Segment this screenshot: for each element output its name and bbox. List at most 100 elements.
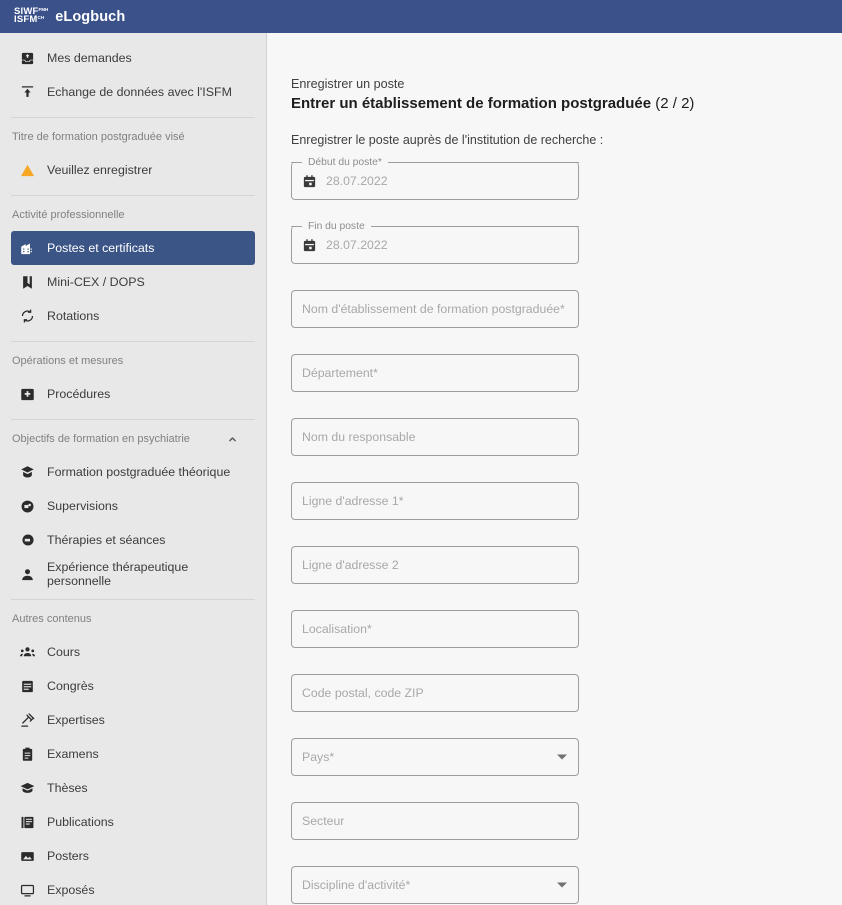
book-icon <box>20 275 35 290</box>
field-localisation[interactable]: Localisation* <box>291 610 579 648</box>
field-inner: Localisation* <box>291 610 579 648</box>
sidebar-item-theses[interactable]: Thèses <box>11 771 255 805</box>
sidebar-item-exposes[interactable]: Exposés <box>11 873 255 905</box>
sidebar-item-examens[interactable]: Examens <box>11 737 255 771</box>
sidebar-group-objectifs-formation-psychiatrie[interactable]: Objectifs de formation en psychiatrie <box>0 426 266 452</box>
sidebar-divider <box>11 341 255 342</box>
sidebar-item-mes-demandes[interactable]: Mes demandes <box>11 41 255 75</box>
sidebar-item-label: Supervisions <box>47 499 118 513</box>
field-placeholder: Ligne d'adresse 2 <box>302 558 399 572</box>
sidebar-item-rotations[interactable]: Rotations <box>11 299 255 333</box>
body-split: Mes demandes Echange de données avec l'IS… <box>0 33 842 905</box>
field-nom-du-responsable[interactable]: Nom du responsable <box>291 418 579 456</box>
hospital-building-icon <box>20 241 35 256</box>
field-inner: Discipline d'activité* <box>291 866 579 904</box>
field-placeholder: Code postal, code ZIP <box>302 686 424 700</box>
sidebar-item-label: Formation postgraduée théorique <box>47 465 231 479</box>
sidebar-item-postes-et-certificats[interactable]: Postes et certificats <box>11 231 255 265</box>
sidebar-item-label: Procédures <box>47 387 111 401</box>
upload-arrow-icon <box>20 85 35 100</box>
supervision-head-icon <box>20 499 35 514</box>
logo-line-2: ISFM <box>14 13 38 25</box>
calendar-icon <box>302 174 317 189</box>
field-code-postal-zip[interactable]: Code postal, code ZIP <box>291 674 579 712</box>
caret-down-icon[interactable] <box>557 882 567 888</box>
main-content: Enregistrer un poste Entrer un établisse… <box>267 33 842 905</box>
breadcrumb: Enregistrer un poste <box>291 77 405 91</box>
field-inner: Département* <box>291 354 579 392</box>
calendar-icon <box>302 238 317 253</box>
logo-line-1-sup: FMH <box>38 7 49 12</box>
caret-down-icon[interactable] <box>557 754 567 760</box>
gavel-icon <box>20 712 35 728</box>
logo-line-2-sup: CH <box>37 14 45 20</box>
field-debut-du-poste[interactable]: Début du poste* 28.07.2022 <box>291 156 579 200</box>
sidebar-group-label: Activité professionnelle <box>12 209 125 221</box>
sidebar-divider <box>11 419 255 420</box>
sidebar-divider <box>11 117 255 118</box>
sidebar-item-congres[interactable]: Congrès <box>11 669 255 703</box>
brand[interactable]: SIWF FMH ISFM CH eLogbuch <box>14 7 125 25</box>
field-inner: Nom du responsable <box>291 418 579 456</box>
field-pays[interactable]: Pays* <box>291 738 579 776</box>
field-fin-du-poste[interactable]: Fin du poste 28.07.2022 <box>291 220 579 264</box>
chevron-up-icon <box>226 433 238 445</box>
sidebar-item-experience-therapeutique-personnelle[interactable]: Expérience thérapeutique personnelle <box>11 557 255 591</box>
field-inner: Pays* <box>291 738 579 776</box>
sidebar-item-mini-cex-dops[interactable]: Mini-CEX / DOPS <box>11 265 255 299</box>
field-ligne-adresse-2[interactable]: Ligne d'adresse 2 <box>291 546 579 584</box>
person-icon <box>20 567 35 582</box>
article-icon <box>20 815 35 830</box>
sidebar-group-autres-contenus: Autres contenus <box>0 606 266 632</box>
sidebar-item-echange-donnees-isfm[interactable]: Echange de données avec l'ISFM <box>11 75 255 109</box>
medical-cross-icon <box>20 387 35 402</box>
page-title-text: Entrer un établissement de formation pos… <box>291 95 652 112</box>
app-root: SIWF FMH ISFM CH eLogbuch Mes demandes Echa… <box>0 0 842 905</box>
field-departement[interactable]: Département* <box>291 354 579 392</box>
sidebar-item-procedures[interactable]: Procédures <box>11 377 255 411</box>
sidebar-item-label: Expérience thérapeutique personnelle <box>47 560 189 588</box>
sidebar-item-cours[interactable]: Cours <box>11 635 255 669</box>
top-app-bar: SIWF FMH ISFM CH eLogbuch <box>0 0 842 33</box>
sidebar-group-label: Objectifs de formation en psychiatrie <box>12 433 190 445</box>
inbox-tray-icon <box>20 51 35 66</box>
siwf-isfm-logo-icon: SIWF FMH ISFM CH <box>14 7 49 25</box>
sidebar-item-expertises[interactable]: Expertises <box>11 703 255 737</box>
field-secteur[interactable]: Secteur <box>291 802 579 840</box>
sidebar-item-publications[interactable]: Publications <box>11 805 255 839</box>
sidebar-item-posters[interactable]: Posters <box>11 839 255 873</box>
field-nom-etablissement-formation-postgraduee[interactable]: Nom d'établissement de formation postgra… <box>291 290 579 328</box>
field-placeholder: Pays* <box>302 750 335 764</box>
therapy-head-icon <box>20 533 35 548</box>
sidebar-item-label: Congrès <box>47 679 94 693</box>
field-ligne-adresse-1[interactable]: Ligne d'adresse 1* <box>291 482 579 520</box>
field-placeholder: 28.07.2022 <box>326 174 388 188</box>
sidebar-item-label: Examens <box>47 747 99 761</box>
sidebar-item-label: Thèses <box>47 781 88 795</box>
sidebar-item-label: Expertises <box>47 713 105 727</box>
clipboard-icon <box>20 747 35 762</box>
field-discipline-activite[interactable]: Discipline d'activité* <box>291 866 579 904</box>
sidebar-item-label: Mes demandes <box>47 51 132 65</box>
field-inner: Ligne d'adresse 1* <box>291 482 579 520</box>
field-placeholder: Secteur <box>302 814 345 828</box>
sidebar-item-label: Rotations <box>47 309 100 323</box>
sidebar-item-veuillez-enregistrer[interactable]: Veuillez enregistrer <box>11 153 255 187</box>
sidebar-divider <box>11 599 255 600</box>
sidebar-item-label: Publications <box>47 815 114 829</box>
field-placeholder: Ligne d'adresse 1* <box>302 494 404 508</box>
sidebar-item-therapies-et-seances[interactable]: Thérapies et séances <box>11 523 255 557</box>
sidebar-item-formation-postgraduee-theorique[interactable]: Formation postgraduée théorique <box>11 455 255 489</box>
group-people-icon <box>20 645 35 660</box>
field-placeholder: Localisation* <box>302 622 372 636</box>
sidebar-group-label: Opérations et mesures <box>12 355 124 367</box>
registration-form: Début du poste* 28.07.2022 Fin du poste 28.… <box>291 156 842 904</box>
sidebar-item-label: Cours <box>47 645 81 659</box>
sidebar-group-operations-et-mesures: Opérations et mesures <box>0 348 266 374</box>
sidebar-item-supervisions[interactable]: Supervisions <box>11 489 255 523</box>
intro-text: Enregistrer le poste auprès de l'institu… <box>291 133 604 147</box>
sidebar: Mes demandes Echange de données avec l'IS… <box>0 33 267 905</box>
field-inner: Nom d'établissement de formation postgra… <box>291 290 579 328</box>
sidebar-item-label: Postes et certificats <box>47 241 155 255</box>
calendar-note-icon <box>20 679 35 694</box>
